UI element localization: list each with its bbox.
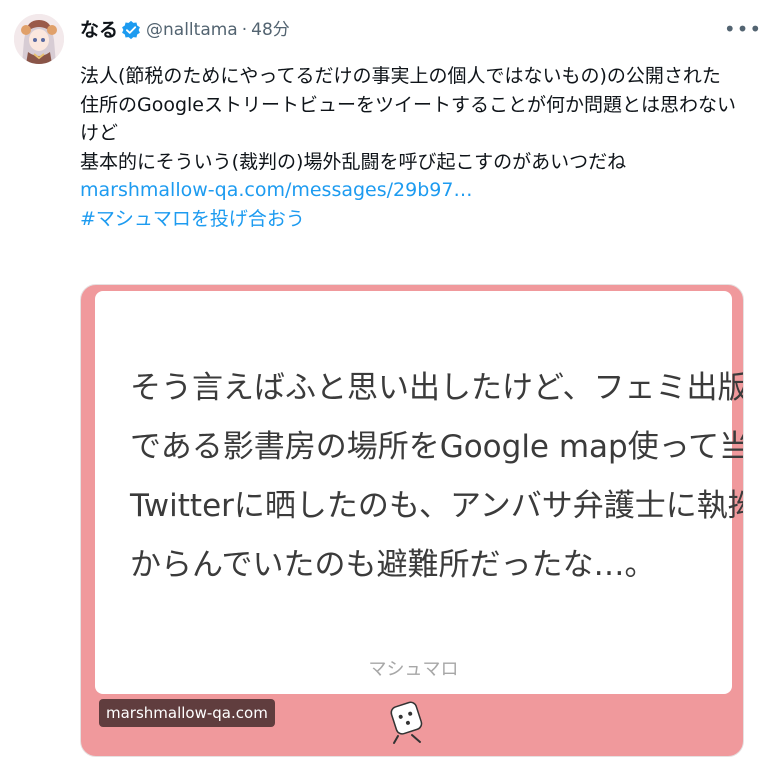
- tweet-link[interactable]: marshmallow-qa.com/messages/29b97…: [80, 176, 745, 205]
- tweet-line: 住所のGoogleストリートビューをツイートすることが何か問題とは思わない: [80, 93, 737, 116]
- tweet[interactable]: なる @nalltama · 48分 ••• 法人(節税のためにやってるだけの事…: [0, 0, 767, 767]
- card-message: そう言えばふと思い出したけど、フェミ出版社 である影書房の場所をGoogle m…: [130, 359, 744, 595]
- link-card[interactable]: そう言えばふと思い出したけど、フェミ出版社 である影書房の場所をGoogle m…: [80, 284, 744, 757]
- tweet-line: 基本的にそういう(裁判の)場外乱闘を呼び起こすのがあいつだね: [80, 150, 627, 173]
- verified-badge-icon: [122, 20, 140, 40]
- card-image-panel: そう言えばふと思い出したけど、フェミ出版社 である影書房の場所をGoogle m…: [95, 291, 744, 694]
- user-handle[interactable]: @nalltama: [146, 19, 238, 41]
- more-options-icon[interactable]: •••: [724, 14, 761, 44]
- tweet-text: 法人(節税のためにやってるだけの事実上の個人ではないもの)の公開された 住所のG…: [80, 62, 745, 233]
- card-message-line: である影書房の場所をGoogle map使って当時の: [130, 429, 744, 465]
- timestamp[interactable]: 48分: [251, 19, 290, 41]
- separator-dot: ·: [241, 20, 248, 40]
- avatar-image: [14, 14, 64, 64]
- card-message-line: そう言えばふと思い出したけど、フェミ出版社: [130, 370, 744, 406]
- card-message-line: Twitterに晒したのも、アンバサ弁護士に執拗に: [130, 488, 744, 524]
- card-message-line: からんでいたのも避難所だったな…。: [130, 547, 656, 583]
- marshmallow-mascot-icon: [390, 701, 423, 744]
- tweet-line: 法人(節税のためにやってるだけの事実上の個人ではないもの)の公開された: [80, 65, 721, 87]
- card-brand-label: マシュマロ: [368, 659, 459, 680]
- hashtag-link[interactable]: #マシュマロを投げ合おう: [80, 205, 745, 234]
- display-name[interactable]: なる: [80, 19, 118, 41]
- card-domain-chip: marshmallow-qa.com: [99, 699, 275, 727]
- tweet-header: なる @nalltama · 48分: [80, 19, 290, 41]
- tweet-line: けど: [80, 122, 119, 144]
- avatar[interactable]: [14, 14, 64, 64]
